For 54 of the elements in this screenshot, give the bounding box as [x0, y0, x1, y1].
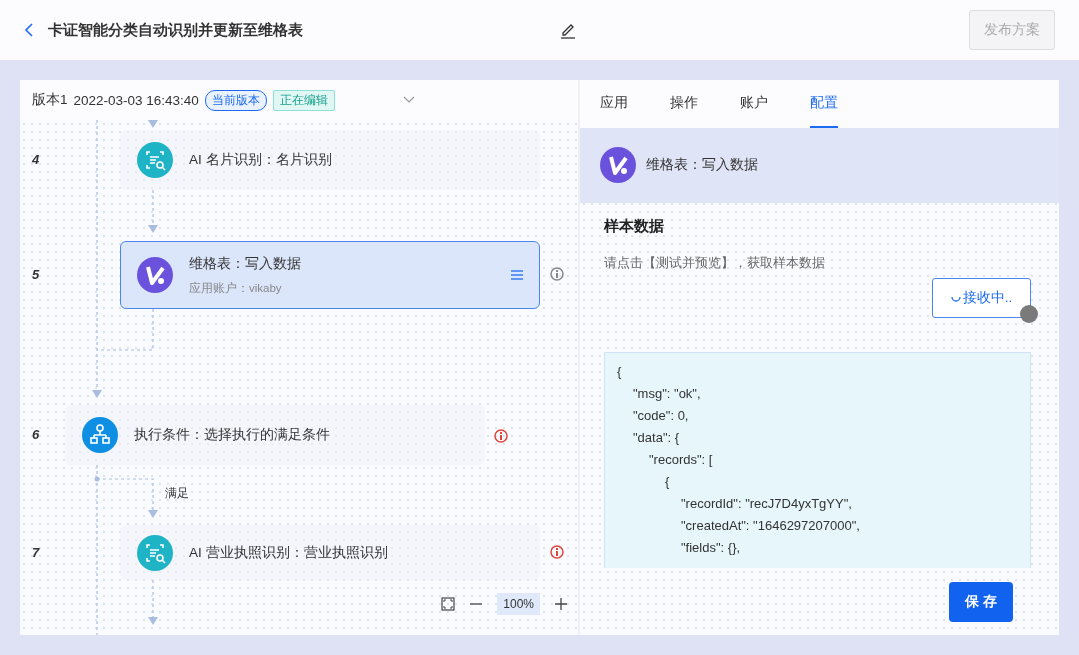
- hierarchy-icon: [82, 417, 118, 453]
- connector-arrow: [94, 476, 158, 518]
- step-node[interactable]: AI 名片识别：名片识别: [120, 130, 540, 190]
- code-line: "msg": "ok",: [632, 385, 702, 403]
- status-badge: 正在编辑: [272, 89, 335, 111]
- status-badge: 当前版本: [204, 89, 267, 111]
- info-icon[interactable]: [550, 545, 564, 559]
- tab[interactable]: 账户: [740, 80, 768, 128]
- step-title: AI 名片识别：名片识别: [189, 151, 333, 169]
- cursor-icon: [1020, 305, 1038, 323]
- page-title: 卡证智能分类自动识别并更新至维格表: [48, 20, 303, 40]
- tab[interactable]: 应用: [600, 80, 628, 128]
- version-label: 版本1: [32, 91, 68, 109]
- step-title: 维格表：写入数据: [189, 254, 302, 273]
- connector-arrow: [148, 579, 158, 625]
- hint-text: 请点击【测试并预览】，获取样本数据: [604, 254, 826, 272]
- info-icon[interactable]: [494, 429, 508, 443]
- code-line: "recordId": "recJ7D4yxTgYY",: [680, 495, 853, 513]
- code-line: "code": 0,: [632, 407, 690, 425]
- back-icon[interactable]: [24, 23, 34, 37]
- scan-icon: [137, 534, 173, 571]
- step-number: 5: [32, 267, 40, 282]
- step-title: 执行条件：选择执行的满足条件: [134, 426, 331, 444]
- code-line: "data": {: [632, 429, 681, 447]
- app-logo-icon: [137, 257, 173, 293]
- zoom-level: 100%: [497, 593, 540, 615]
- step-node[interactable]: 维格表：写入数据 应用账户：vikaby: [120, 241, 540, 309]
- code-line: {: [617, 363, 623, 381]
- step-account: 应用账户：vikaby: [189, 280, 283, 296]
- save-button[interactable]: 保 存: [949, 582, 1013, 622]
- connector-arrow: [148, 120, 158, 128]
- zoom-in-icon[interactable]: [554, 597, 568, 611]
- step-title: AI 营业执照识别：营业执照识别: [189, 543, 389, 562]
- code-line: "fields": {},: [680, 539, 742, 557]
- code-line: "records": [: [648, 451, 714, 469]
- menu-icon[interactable]: [511, 270, 523, 280]
- version-timestamp: 2022-03-03 16:43:40: [73, 92, 199, 108]
- dropdown-chevron-icon[interactable]: [402, 96, 415, 104]
- scan-icon: [137, 142, 173, 178]
- step-node[interactable]: 执行条件：选择执行的满足条件: [65, 405, 485, 465]
- branch-label: 满足: [165, 486, 189, 501]
- section-title: 样本数据: [604, 217, 665, 236]
- app-action-title: 维格表：写入数据: [646, 156, 758, 175]
- info-icon[interactable]: [550, 267, 564, 281]
- code-line: "createdAt": "1646297207000",: [680, 517, 861, 535]
- fit-screen-icon[interactable]: [441, 597, 456, 611]
- step-number: 4: [32, 152, 40, 167]
- app-logo-icon: [600, 147, 636, 184]
- code-line: {: [664, 473, 671, 491]
- tab[interactable]: 操作: [670, 80, 698, 128]
- connector-arrow: [148, 189, 158, 233]
- step-number: 6: [32, 427, 40, 442]
- step-number: 7: [32, 544, 40, 560]
- step-node[interactable]: AI 营业执照识别：营业执照识别: [120, 525, 540, 580]
